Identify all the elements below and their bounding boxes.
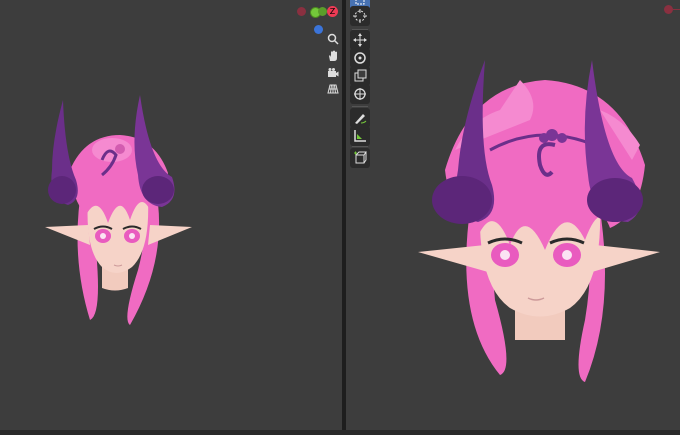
viewport-bottom-edge xyxy=(0,430,680,435)
axis-x-negative[interactable] xyxy=(297,7,306,16)
cursor-icon[interactable] xyxy=(350,6,370,26)
rotate-icon[interactable] xyxy=(350,48,370,68)
axis-line xyxy=(673,9,680,10)
zoom-icon[interactable] xyxy=(324,30,342,48)
axis-y[interactable] xyxy=(318,7,327,16)
annotate-icon[interactable] xyxy=(350,108,370,128)
measure-icon[interactable] xyxy=(350,126,370,146)
toolbar-separator xyxy=(352,106,368,107)
viewport-right[interactable] xyxy=(346,0,680,435)
hand-pan-icon[interactable] xyxy=(324,47,342,65)
tool-shelf xyxy=(350,0,372,168)
viewport-left[interactable]: Z xyxy=(0,0,342,435)
scale-icon[interactable] xyxy=(350,66,370,86)
character-head-model-right xyxy=(418,60,660,382)
add-cube-icon[interactable] xyxy=(350,148,370,168)
transform-icon[interactable] xyxy=(350,84,370,104)
character-head-model-left xyxy=(45,95,192,325)
axis-z-positive[interactable]: Z xyxy=(327,6,338,17)
toolbar-separator xyxy=(352,146,368,147)
perspective-grid-icon[interactable] xyxy=(324,80,342,98)
move-icon[interactable] xyxy=(350,30,370,50)
axis-z-negative[interactable] xyxy=(314,25,323,34)
axis-x-negative-right[interactable] xyxy=(664,5,673,14)
